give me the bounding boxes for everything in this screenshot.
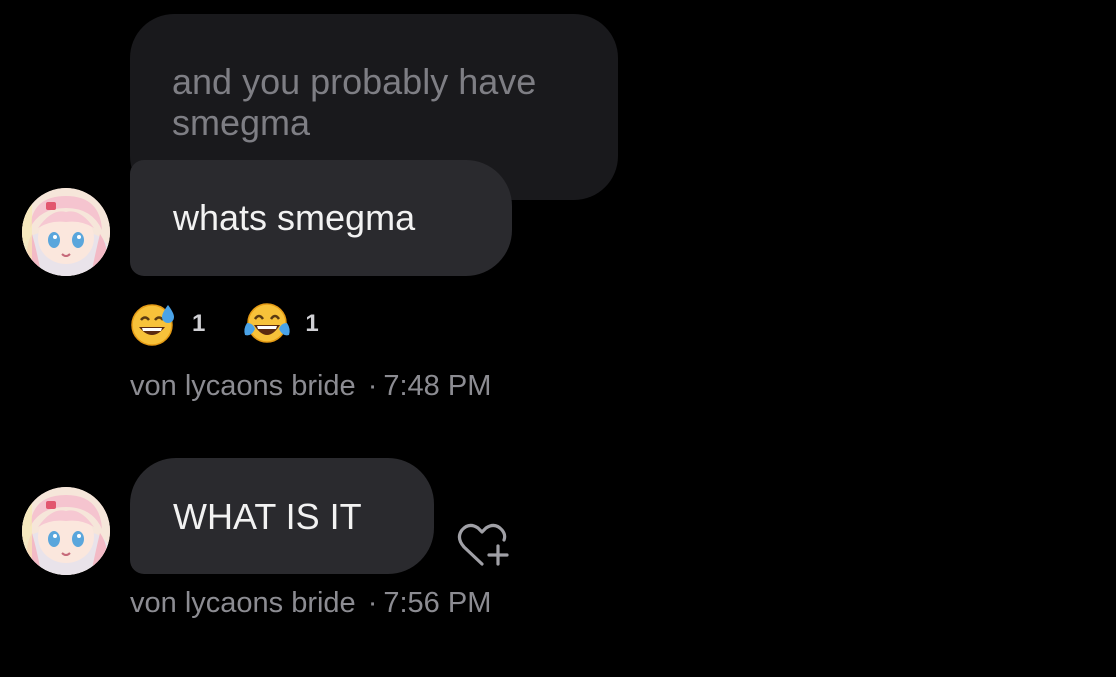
meta-separator: · bbox=[367, 587, 378, 619]
message-meta: von lycaons bride · 7:48 PM bbox=[130, 370, 491, 403]
sweat-smile-emoji-icon bbox=[130, 301, 178, 347]
message-timestamp: 7:48 PM bbox=[383, 370, 492, 402]
message-text: whats smegma bbox=[173, 197, 416, 238]
add-reaction-heart-plus-icon[interactable] bbox=[456, 520, 514, 570]
anime-avatar-image bbox=[22, 188, 110, 276]
sender-name: von lycaons bride bbox=[130, 370, 356, 402]
anime-avatar-image bbox=[22, 487, 110, 575]
reaction-bar: 1 1 bbox=[130, 300, 357, 348]
meta-separator: · bbox=[367, 370, 378, 402]
message-timestamp: 7:56 PM bbox=[383, 587, 492, 619]
reaction-count: 1 bbox=[192, 310, 206, 337]
tears-of-joy-emoji-icon bbox=[243, 301, 291, 347]
sender-avatar[interactable] bbox=[22, 487, 110, 575]
sender-name: von lycaons bride bbox=[130, 587, 356, 619]
message-text: WHAT IS IT bbox=[173, 496, 362, 537]
reaction-sweat-smile[interactable]: 1 bbox=[130, 301, 205, 347]
reaction-tears-of-joy[interactable]: 1 bbox=[243, 301, 319, 347]
quoted-message-text: and you probably have smegma bbox=[172, 61, 537, 143]
message-bubble[interactable]: WHAT IS IT bbox=[130, 458, 434, 574]
message-meta: von lycaons bride · 7:56 PM bbox=[130, 587, 491, 620]
sender-avatar[interactable] bbox=[22, 188, 110, 276]
reaction-count: 1 bbox=[305, 310, 319, 337]
message-bubble[interactable]: whats smegma bbox=[130, 160, 512, 276]
